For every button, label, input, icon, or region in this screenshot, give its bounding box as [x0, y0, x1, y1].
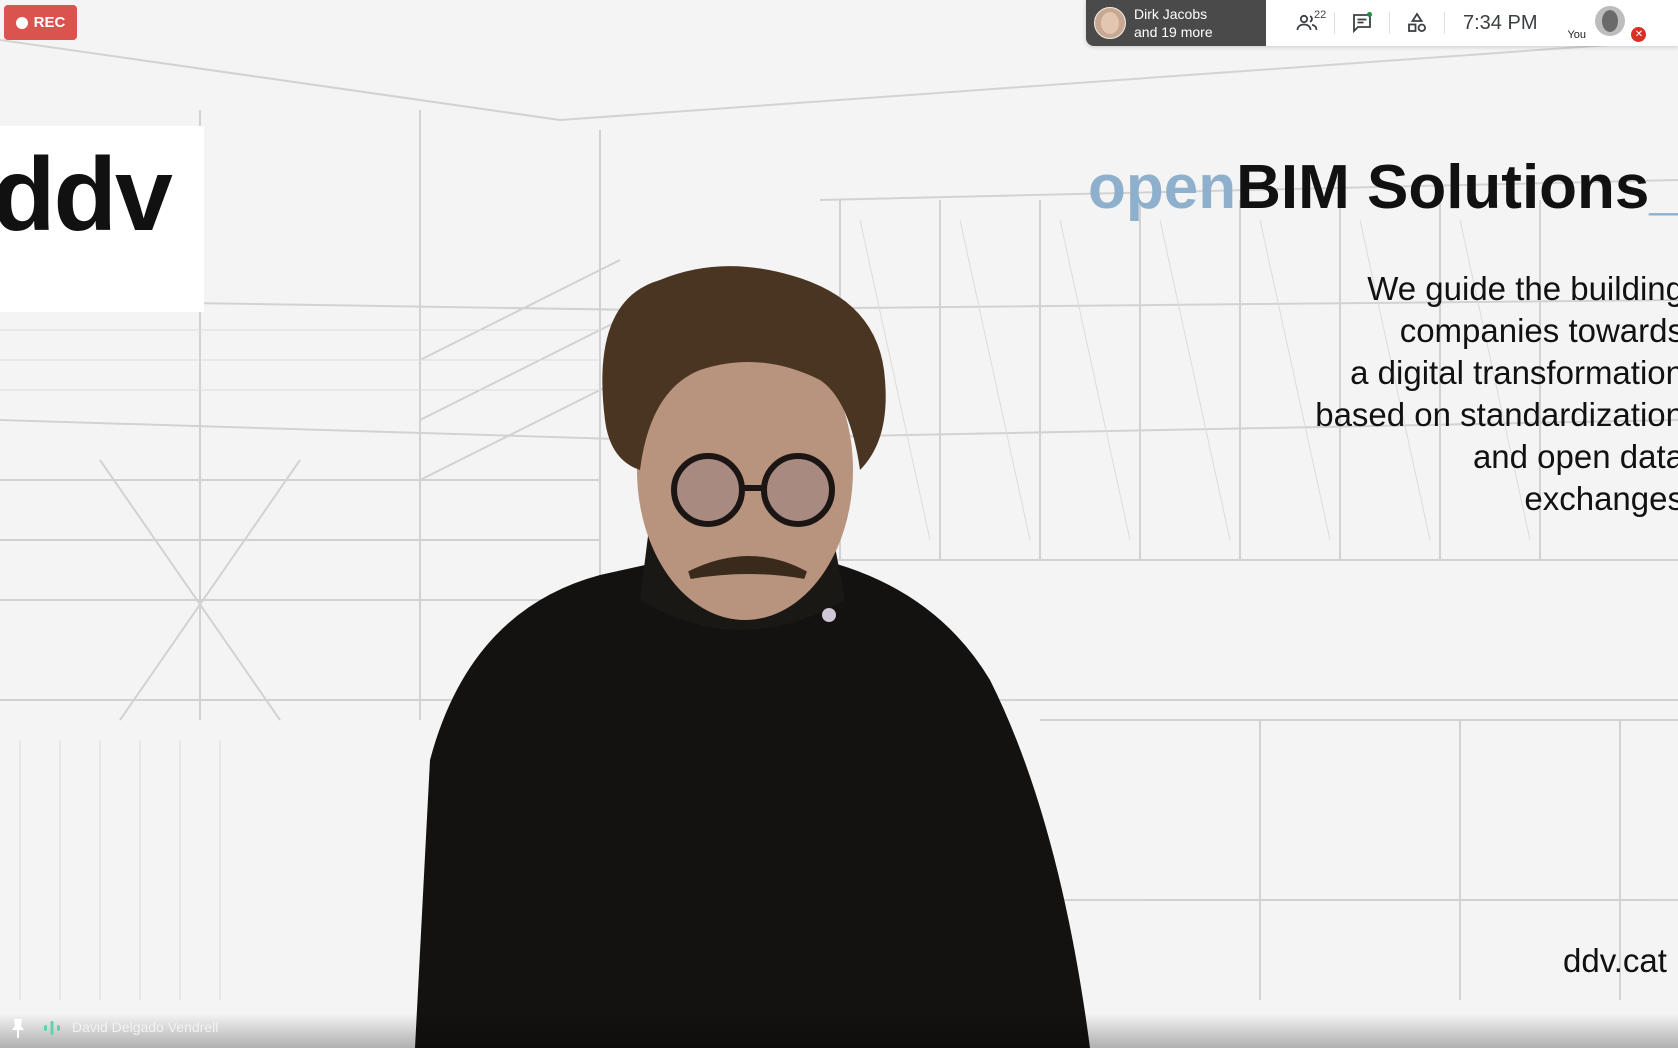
- slide-body-line: exchanges: [1524, 480, 1678, 517]
- presenter-name: David Delgado Vendrell: [72, 1019, 219, 1035]
- self-view-label: You: [1567, 29, 1587, 41]
- slide-title-cursor: _: [1649, 153, 1678, 222]
- meeting-clock: 7:34 PM: [1463, 11, 1538, 34]
- slide-body-line: companies towards: [1399, 312, 1678, 349]
- speaker-avatar: [1094, 7, 1126, 39]
- slide-url: ddv.cat: [1563, 942, 1667, 979]
- mic-off-icon: ✕: [1631, 27, 1647, 42]
- participant-count: 22: [1314, 9, 1327, 21]
- slide-title-accent: open: [1088, 153, 1237, 222]
- presenter-bar: [0, 1013, 1678, 1048]
- speaker-name: Dirk Jacobs: [1134, 6, 1208, 22]
- chat-button[interactable]: [1335, 0, 1389, 46]
- slide-body-line: a digital transformation: [1350, 354, 1678, 391]
- active-speaker-chip[interactable]: Dirk Jacobs and 19 more: [1086, 0, 1266, 46]
- slide-logo-text: ddv: [0, 137, 173, 253]
- speaker-more: and 19 more: [1134, 24, 1213, 40]
- activities-icon: [1408, 12, 1426, 32]
- people-button[interactable]: 22: [1280, 0, 1334, 46]
- slide-body: We guide the building companies towards …: [1264, 268, 1678, 520]
- meeting-controls: 22 7:34 PM You ✕: [1266, 0, 1678, 46]
- audio-wave-icon: [44, 1021, 60, 1035]
- chat-icon: [1353, 12, 1372, 34]
- slide-title-main: BIM Solutions: [1236, 153, 1650, 222]
- self-avatar: [1595, 6, 1626, 36]
- self-view[interactable]: You ✕: [1557, 0, 1647, 46]
- pin-icon[interactable]: [8, 1017, 28, 1039]
- slide-body-line: and open data: [1472, 438, 1678, 475]
- record-dot-icon: [15, 16, 28, 29]
- slide-title: openBIM Solutions_: [1088, 152, 1678, 223]
- meeting-top-bar: Dirk Jacobs and 19 more 22 7:34 PM You ✕: [1086, 0, 1678, 46]
- slide-body-line: We guide the building: [1367, 270, 1678, 307]
- speaker-text: Dirk Jacobs and 19 more: [1134, 5, 1213, 41]
- recording-badge[interactable]: REC: [4, 5, 77, 40]
- activities-button[interactable]: [1390, 0, 1444, 46]
- slide-body-line: based on standardization: [1315, 396, 1678, 433]
- recording-label: REC: [33, 14, 66, 31]
